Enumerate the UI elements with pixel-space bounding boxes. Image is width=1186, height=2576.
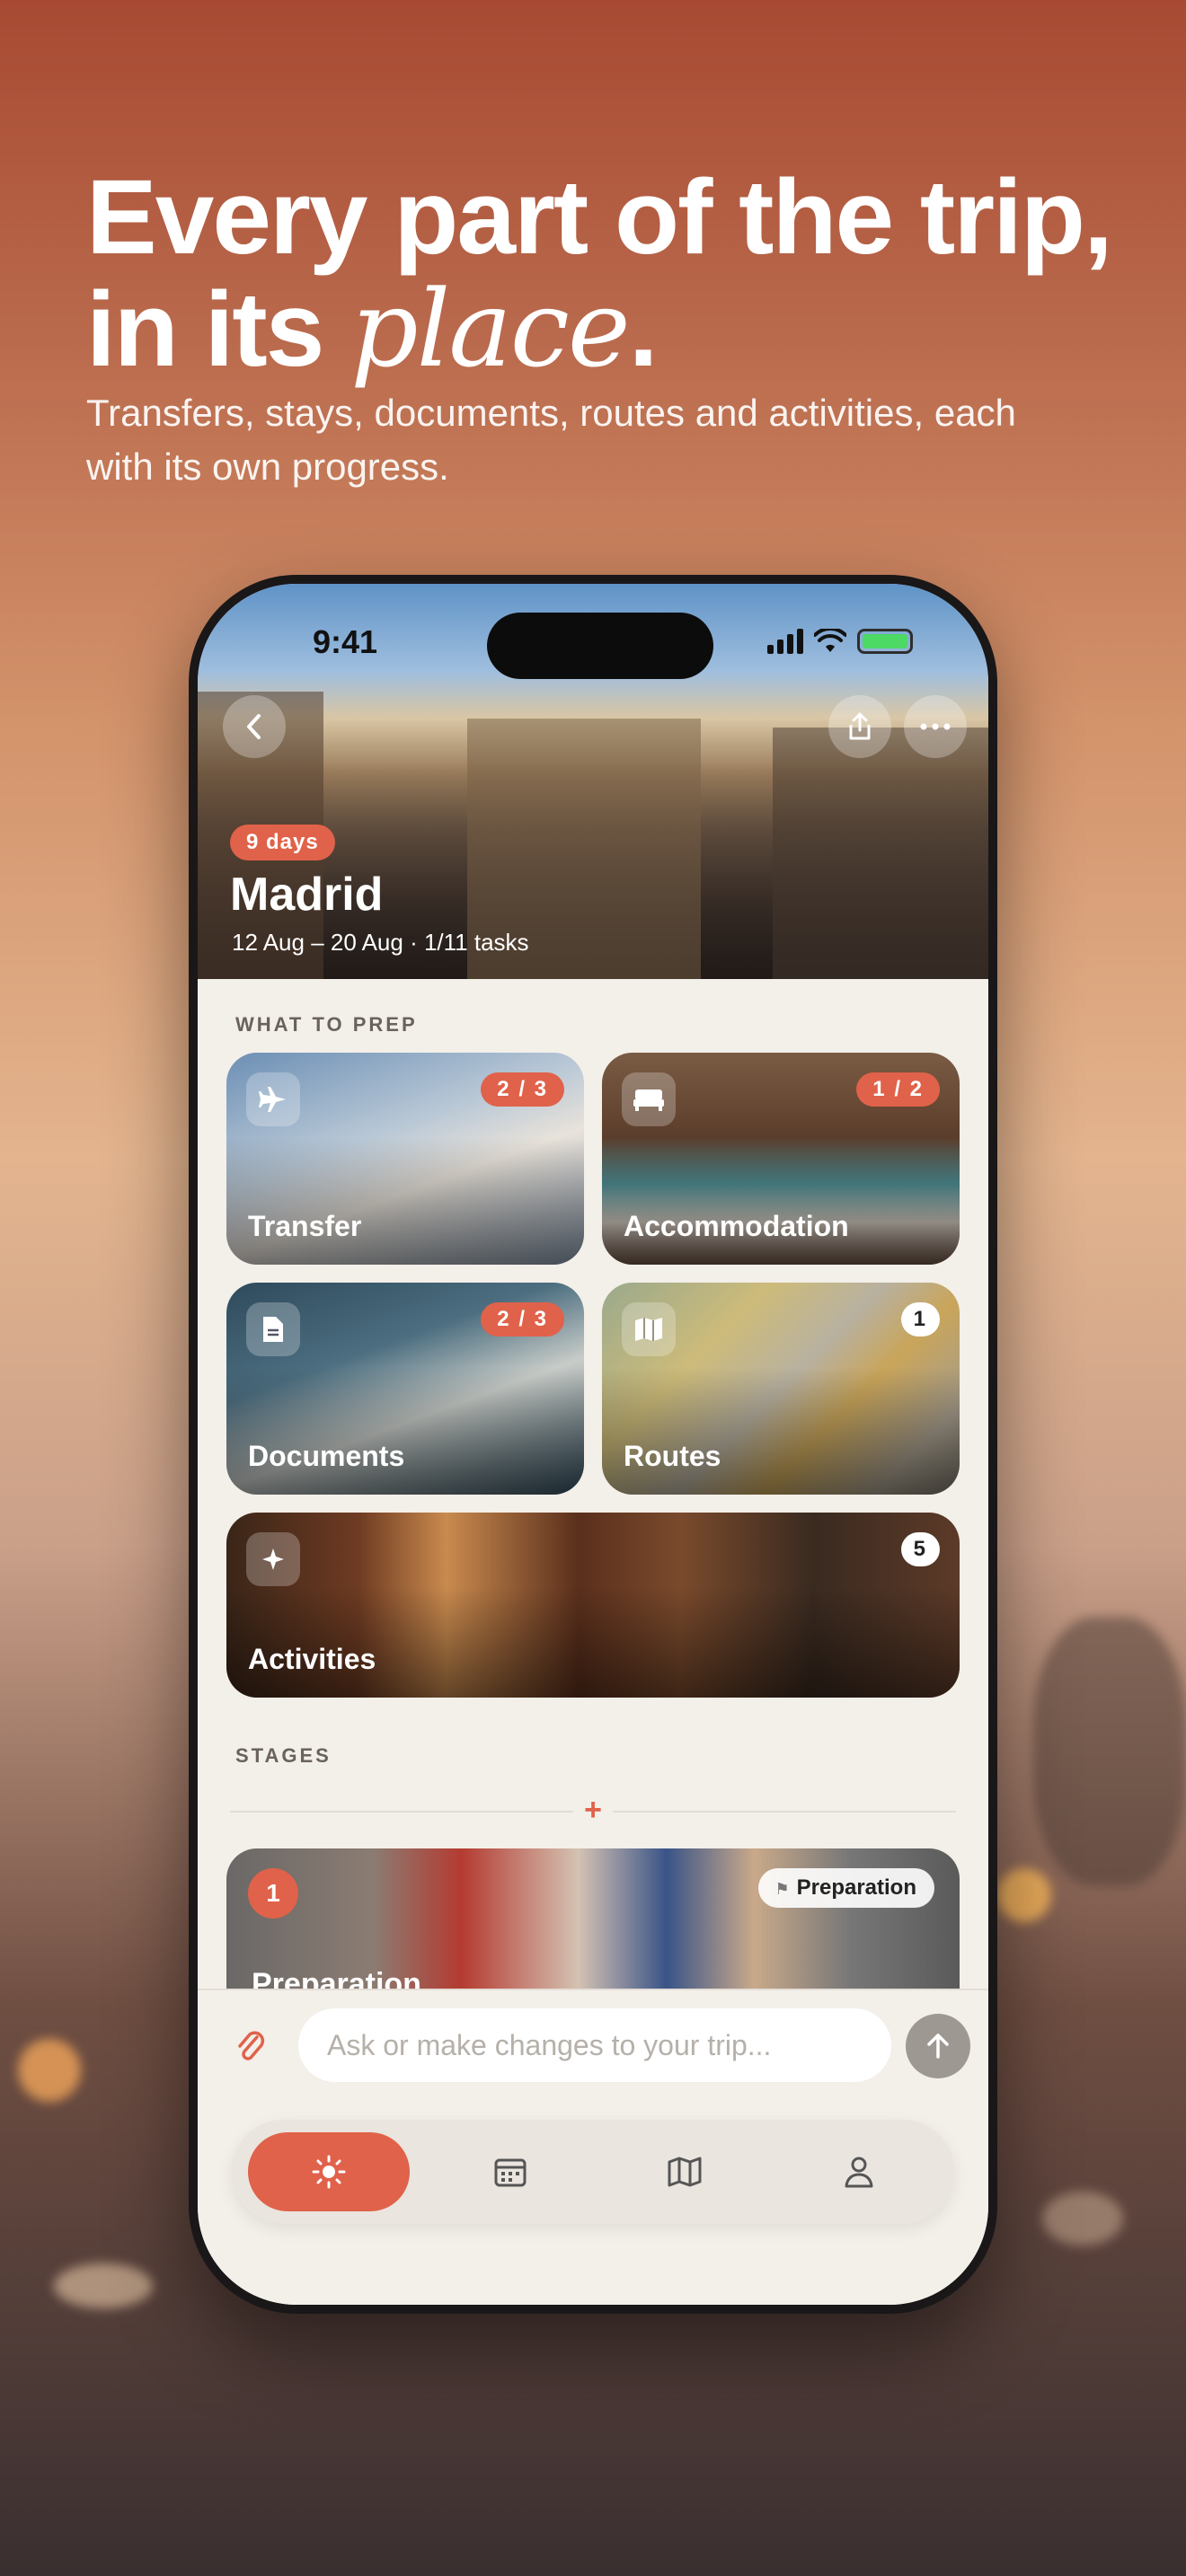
ellipsis-icon xyxy=(920,723,951,730)
progress-badge: 2 / 3 xyxy=(481,1302,564,1337)
skyline-shape xyxy=(773,728,988,979)
sparkle-icon xyxy=(246,1532,300,1586)
status-time: 9:41 xyxy=(313,623,378,660)
back-button[interactable] xyxy=(223,695,286,758)
cellular-signal-icon xyxy=(767,629,803,654)
count-badge: 1 xyxy=(900,1302,940,1337)
share-button[interactable] xyxy=(828,695,891,758)
status-icons xyxy=(767,629,913,654)
chat-composer: Ask or make changes to your trip... xyxy=(198,1989,988,2305)
bokeh-light xyxy=(1042,2192,1123,2245)
calendar-icon xyxy=(494,2158,527,2187)
add-stage-button[interactable]: + xyxy=(573,1791,613,1831)
prep-card-accommodation[interactable]: 1 / 2 Accommodation xyxy=(602,1053,960,1265)
tab-bar xyxy=(232,2120,954,2224)
more-button[interactable] xyxy=(904,695,967,758)
chat-input[interactable]: Ask or make changes to your trip... xyxy=(298,2008,891,2082)
headline-period: . xyxy=(628,270,659,389)
prep-card-transfer[interactable]: 2 / 3 Transfer xyxy=(226,1053,584,1265)
stage-number-badge: 1 xyxy=(248,1868,298,1919)
sun-icon xyxy=(312,2155,346,2189)
share-icon xyxy=(849,712,871,740)
prep-card-label: Documents xyxy=(248,1440,405,1472)
stages-section-label: STAGES xyxy=(235,1744,332,1767)
stage-status-pill: ⚑ Preparation xyxy=(758,1868,934,1908)
count-badge: 5 xyxy=(900,1532,940,1566)
headline-line-1: Every part of the trip, xyxy=(86,158,1113,277)
marketing-headline: Every part of the trip, in its place. xyxy=(86,162,1120,385)
stage-status-label: Preparation xyxy=(796,1875,916,1900)
prep-card-label: Activities xyxy=(248,1643,376,1675)
flag-icon: ⚑ xyxy=(774,1880,790,1898)
battery-icon xyxy=(857,629,913,654)
prep-card-routes[interactable]: 1 Routes xyxy=(602,1283,960,1495)
paperclip-icon[interactable] xyxy=(235,2028,266,2075)
headline-text: in its xyxy=(86,270,351,389)
dynamic-island xyxy=(487,613,713,679)
chevron-left-icon xyxy=(247,714,261,739)
prep-card-documents[interactable]: 2 / 3 Documents xyxy=(226,1283,584,1495)
prep-card-activities[interactable]: 5 Activities xyxy=(226,1513,960,1698)
bokeh-light xyxy=(18,2039,81,2102)
tab-profile[interactable] xyxy=(814,2132,904,2211)
trip-city-title: Madrid xyxy=(230,869,384,921)
prep-card-label: Routes xyxy=(624,1440,721,1472)
marketing-subhead: Transfers, stays, documents, routes and … xyxy=(86,392,1016,488)
headline-italic: place xyxy=(350,267,631,391)
arrow-up-icon xyxy=(927,2033,949,2059)
tab-map[interactable] xyxy=(640,2132,730,2211)
prep-card-label: Transfer xyxy=(248,1210,362,1242)
bokeh-light xyxy=(54,2263,153,2308)
phone-frame: 9:41 9 days Madrid 12 Aug – 20 Aug · 1/1… xyxy=(189,575,997,2314)
trip-dates-summary: 12 Aug – 20 Aug · 1/11 tasks xyxy=(232,929,529,956)
map-icon xyxy=(622,1302,676,1356)
document-icon xyxy=(246,1302,300,1356)
prep-section-label: WHAT TO PREP xyxy=(235,1013,418,1036)
progress-badge: 2 / 3 xyxy=(481,1072,564,1107)
trip-duration-badge: 9 days xyxy=(230,825,335,860)
wifi-icon xyxy=(814,629,846,652)
airplane-icon xyxy=(246,1072,300,1126)
send-button[interactable] xyxy=(906,2014,970,2078)
bed-icon xyxy=(622,1072,676,1126)
app-screen: 9:41 9 days Madrid 12 Aug – 20 Aug · 1/1… xyxy=(198,584,988,2305)
prep-card-label: Accommodation xyxy=(624,1210,849,1242)
headline-line-2: in its place. xyxy=(86,273,1120,385)
bokeh-light xyxy=(997,1868,1051,1922)
bokeh-light xyxy=(1033,1617,1186,1886)
progress-badge: 1 / 2 xyxy=(856,1072,940,1107)
person-icon xyxy=(845,2157,873,2188)
tab-today[interactable] xyxy=(248,2132,410,2211)
map-icon xyxy=(668,2157,702,2187)
tab-calendar[interactable] xyxy=(465,2132,555,2211)
